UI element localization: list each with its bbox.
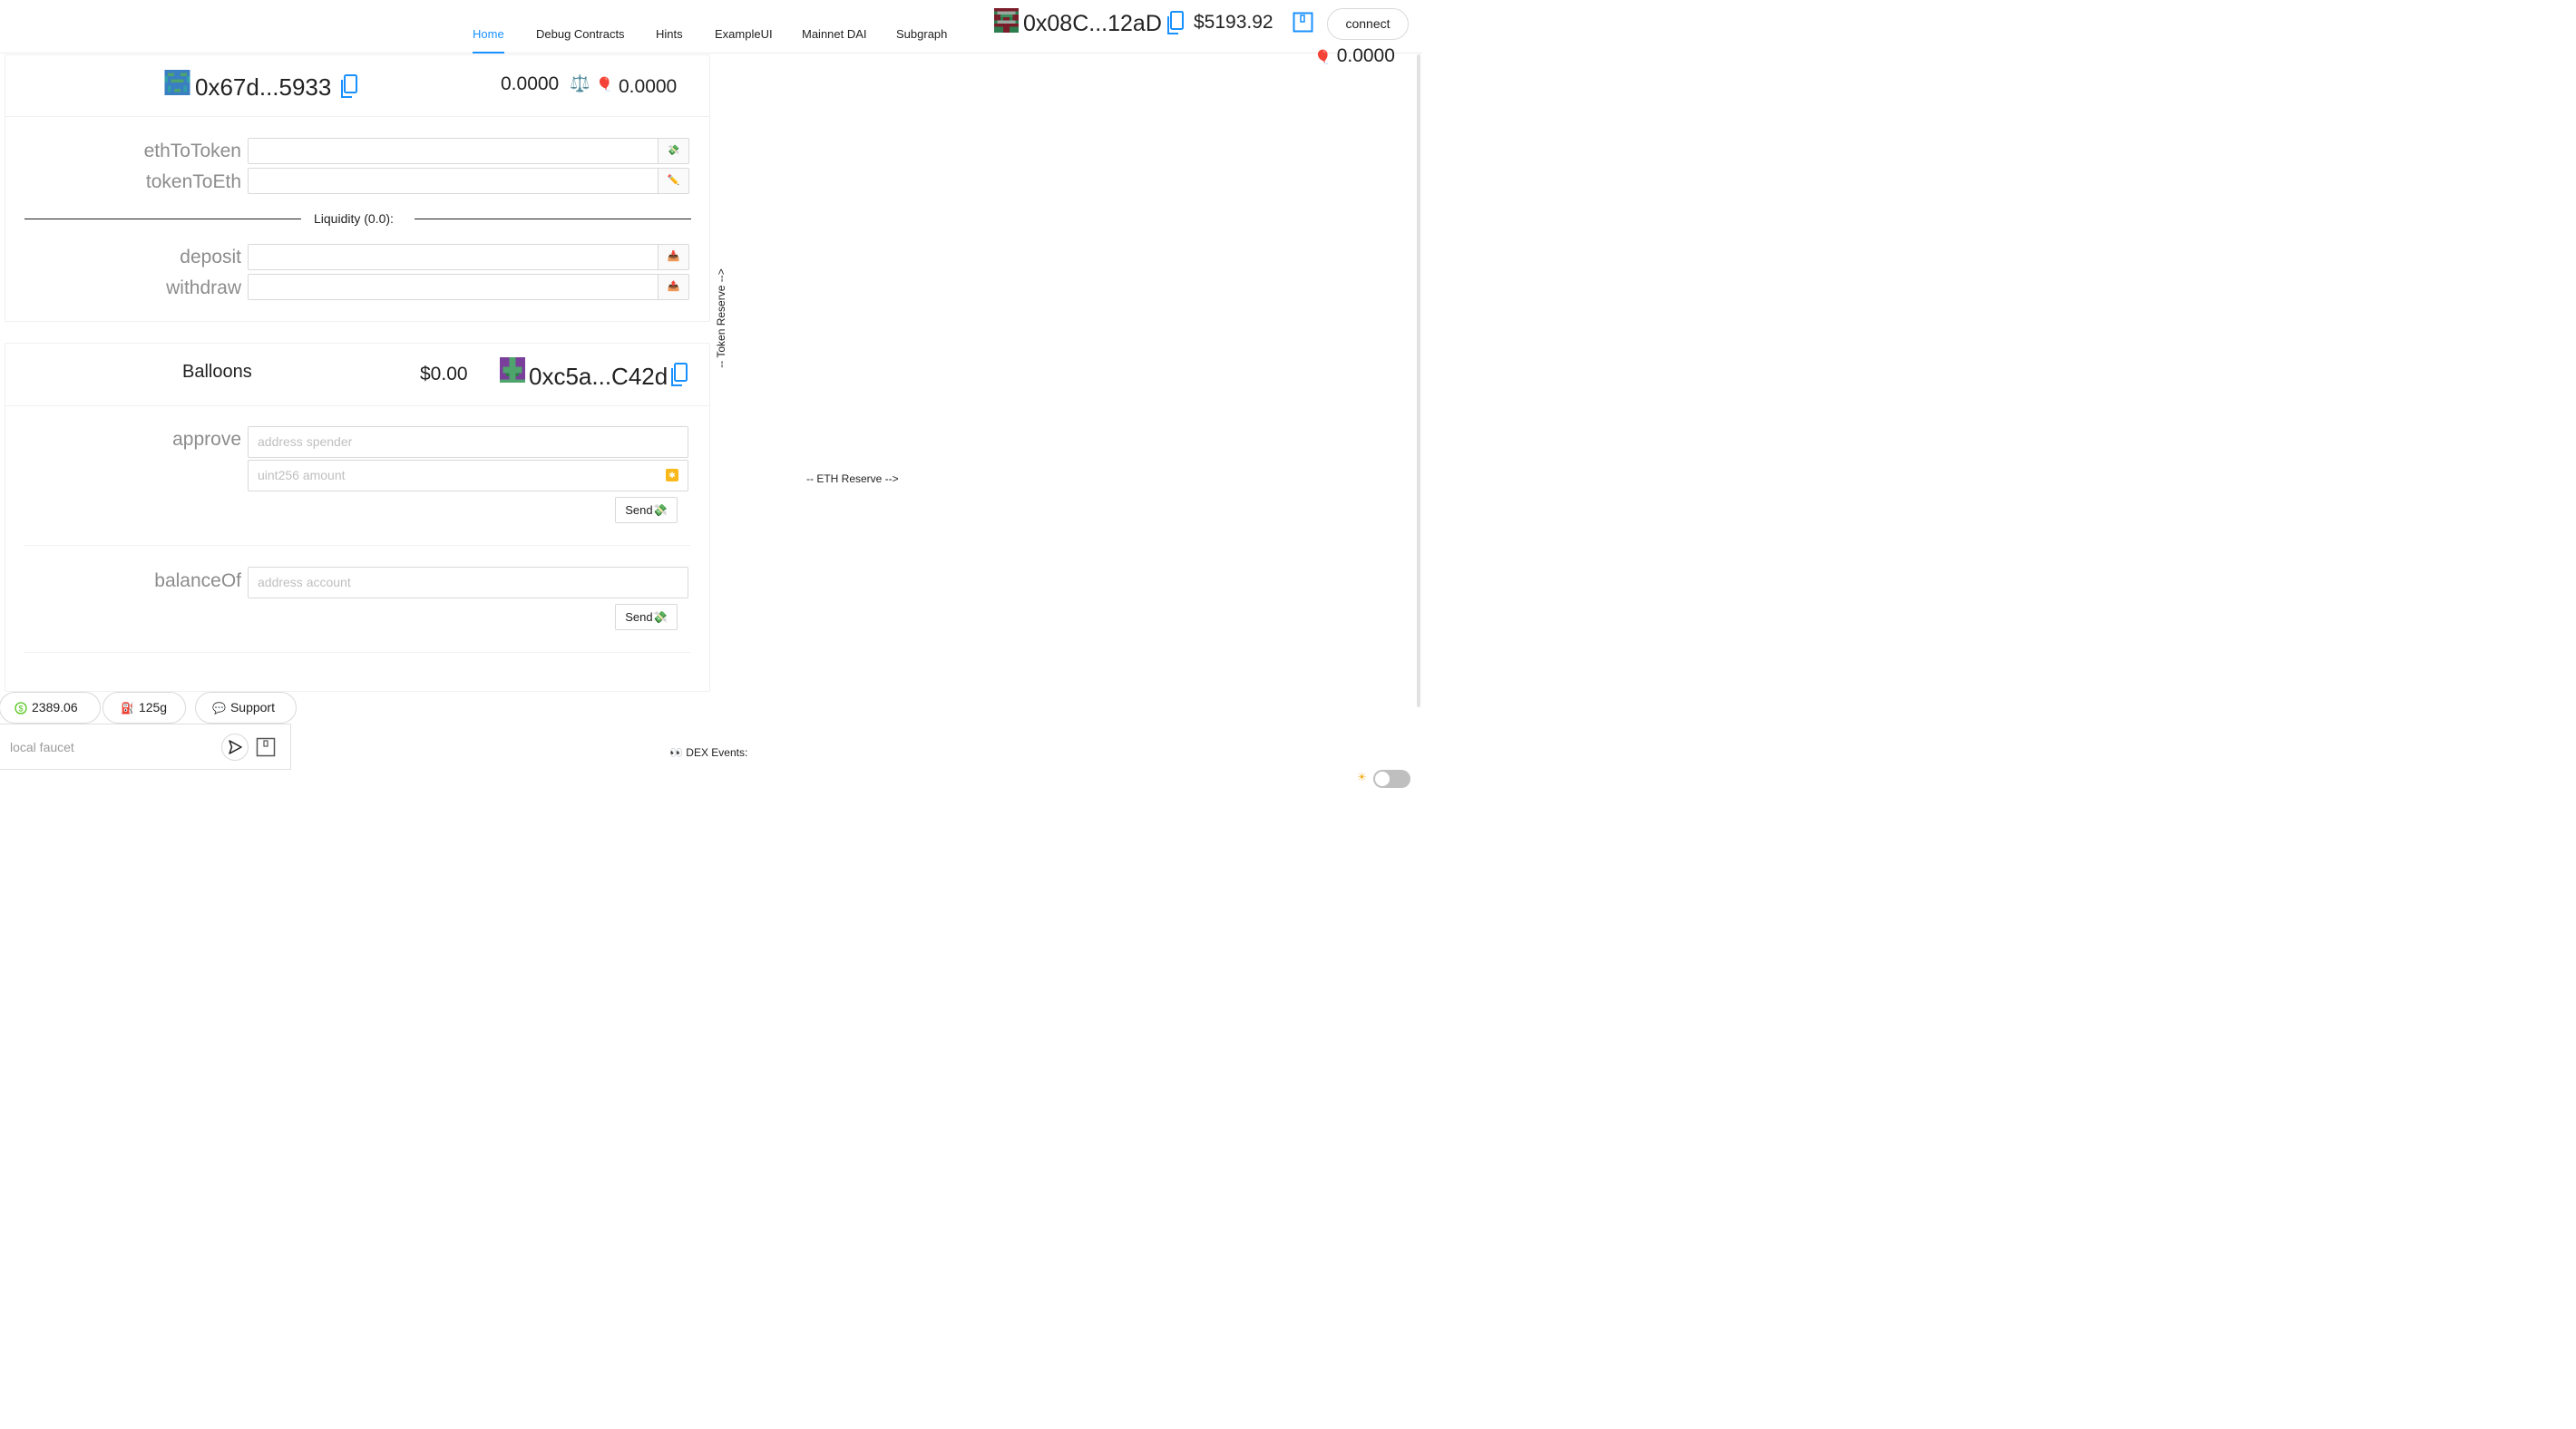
nav-tab-mainnet-dai[interactable]: Mainnet DAI: [802, 27, 867, 41]
fuel-pump-icon: ⛽: [121, 701, 134, 714]
dex-card: 0x67d...5933 0.0000 ⚖️ 🎈 0.0000 ethToTok…: [5, 54, 710, 322]
multiply-1e18-icon[interactable]: ✱: [666, 469, 678, 481]
dex-eth-balance: 0.0000: [501, 73, 560, 94]
balloons-card-header: Balloons $0.00 0xc5a...C42d: [5, 344, 709, 406]
eth-price-pill[interactable]: $ 2389.06: [0, 692, 101, 724]
balloons-card: Balloons $0.00 0xc5a...C42d approve addr…: [5, 343, 710, 692]
scrollbar-thumb[interactable]: [1417, 54, 1420, 707]
withdraw-input[interactable]: [248, 274, 659, 300]
eth-price-value: 2389.06: [32, 700, 78, 714]
section-divider: [24, 652, 690, 653]
dex-events-label: 👀 DEX Events:: [669, 746, 748, 759]
eth-to-token-input[interactable]: [248, 138, 659, 164]
token-reserve-label: -- Token Reserve -->: [715, 268, 727, 368]
gas-price-pill[interactable]: ⛽ 125g: [102, 692, 186, 724]
balloons-address[interactable]: 0xc5a...C42d: [529, 363, 668, 391]
liquidity-label: Liquidity (0.0):: [314, 211, 394, 226]
nav-tab-hints[interactable]: Hints: [656, 27, 683, 41]
approve-amount-placeholder: uint256 amount: [258, 468, 346, 482]
toggle-knob: [1375, 772, 1390, 786]
dex-address[interactable]: 0x67d...5933: [195, 73, 331, 102]
balloons-usd-value: $0.00: [420, 364, 468, 384]
dollar-icon: $: [15, 702, 27, 714]
approve-label: approve: [172, 429, 241, 450]
account-token-value: 0.0000: [1336, 45, 1395, 66]
eth-reserve-label: -- ETH Reserve -->: [806, 472, 899, 485]
scale-icon: ⚖️: [570, 74, 590, 92]
balance-of-label: balanceOf: [154, 570, 241, 591]
section-divider: [24, 545, 690, 546]
withdraw-label: withdraw: [166, 277, 241, 298]
balance-of-send-button[interactable]: Send💸: [615, 604, 678, 630]
faucet-send-button[interactable]: [221, 734, 249, 761]
dex-blockie-avatar: [164, 70, 190, 95]
nav-tab-exampleui[interactable]: ExampleUI: [715, 27, 773, 41]
balance-of-account-input[interactable]: address account: [248, 567, 688, 598]
nav-tab-debug-contracts[interactable]: Debug Contracts: [536, 27, 625, 41]
deposit-label: deposit: [180, 247, 241, 267]
balloon-icon: 🎈: [1314, 50, 1332, 65]
approve-spender-input[interactable]: address spender: [248, 426, 688, 458]
active-tab-indicator: [473, 52, 504, 53]
dex-card-header: 0x67d...5933 0.0000 ⚖️ 🎈 0.0000: [5, 55, 709, 117]
support-label: Support: [229, 700, 275, 714]
send-arrow-icon: [229, 740, 242, 754]
nav-tab-home[interactable]: Home: [473, 27, 504, 41]
copy-address-icon[interactable]: [1166, 11, 1185, 35]
pencil-icon[interactable]: ✏️: [659, 168, 689, 194]
page-scrollbar[interactable]: [1415, 54, 1422, 707]
wallet-icon[interactable]: [256, 737, 276, 757]
approve-send-button[interactable]: Send💸: [615, 497, 678, 523]
wallet-icon[interactable]: [1293, 12, 1313, 33]
nav-tab-subgraph[interactable]: Subgraph: [896, 27, 947, 41]
svg-text:$: $: [18, 705, 23, 714]
token-to-eth-label: tokenToEth: [145, 171, 241, 192]
eth-to-token-label: ethToToken: [143, 141, 241, 161]
speech-bubble-icon: 💬: [212, 701, 226, 714]
account-token-balance: 🎈 0.0000: [1314, 45, 1395, 67]
copy-balloons-address-icon[interactable]: [670, 363, 688, 387]
balloon-icon: 🎈: [596, 77, 613, 92]
sun-icon: ☀: [1357, 771, 1367, 783]
faucet-panel: local faucet: [0, 724, 291, 770]
money-wings-icon[interactable]: 💸: [659, 138, 689, 164]
dex-token-balance: 0.0000: [619, 76, 678, 97]
account-address[interactable]: 0x08C...12aD: [1023, 11, 1162, 37]
connect-button[interactable]: connect: [1327, 8, 1409, 40]
account-balance: $5193.92: [1194, 12, 1273, 33]
copy-dex-address-icon[interactable]: [340, 74, 358, 99]
approve-amount-input[interactable]: uint256 amount ✱: [248, 460, 688, 491]
balloons-title: Balloons: [182, 362, 252, 382]
gas-price-value: 125g: [138, 700, 168, 714]
deposit-input[interactable]: [248, 244, 659, 270]
token-to-eth-input[interactable]: [248, 168, 659, 194]
support-button[interactable]: 💬 Support: [195, 692, 297, 724]
theme-toggle[interactable]: [1373, 770, 1410, 788]
faucet-address-input[interactable]: local faucet: [10, 740, 74, 754]
account-blockie-avatar: [994, 8, 1019, 33]
inbox-tray-icon[interactable]: 📤: [659, 274, 689, 300]
inbox-tray-icon[interactable]: 📥: [659, 244, 689, 270]
balloons-blockie-avatar: [500, 357, 525, 383]
